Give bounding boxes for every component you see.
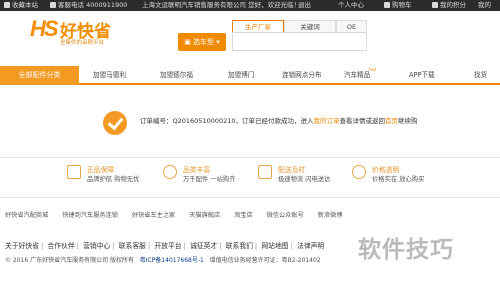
partner-link[interactable]: 天猫旗舰店 <box>189 212 220 219</box>
tab-manufacturer[interactable]: 生产厂家 <box>232 20 284 32</box>
partner-links: 好快省汽配商城 快捷到汽车服务连锁 好快省车主之家 天猫旗舰店 淘宝店 微信公众… <box>5 210 355 219</box>
nav-item-boutique[interactable]: 汽车精品 <box>344 66 370 85</box>
main-nav: 全部配件分类 加盟马德利 加盟德尔福 加盟博门 连锁网点分布 汽车精品 hot … <box>0 66 500 85</box>
search-input[interactable] <box>232 32 367 51</box>
nav-item-bomen[interactable]: 加盟博门 <box>228 66 254 85</box>
partner-link[interactable]: 微信公众账号 <box>267 212 304 219</box>
my-link[interactable]: 我的 <box>478 1 491 10</box>
price-tag-icon <box>352 165 366 179</box>
box-icon <box>163 165 177 179</box>
favorite-link[interactable]: 收藏本站 <box>4 1 38 10</box>
divider <box>0 197 500 198</box>
select-vehicle-button[interactable]: ▣ 选车型 ▾ <box>178 33 226 51</box>
logo-slogan: 全集件的采购平台 <box>60 40 105 46</box>
logout-link[interactable]: 退出 <box>298 1 311 10</box>
user-center-link[interactable]: 个人中心 <box>338 1 364 10</box>
partner-link[interactable]: 好快省汽配商城 <box>5 212 48 219</box>
nav-item-outlets[interactable]: 连锁网点分布 <box>282 66 322 85</box>
truck-icon <box>258 165 272 179</box>
all-categories-button[interactable]: 全部配件分类 <box>0 66 79 85</box>
partner-link[interactable]: 新浪微博 <box>318 212 343 219</box>
footer-link[interactable]: 法律声明 <box>297 242 324 250</box>
copyright: © 2016 广东好快省汽车服务有限公司 版权所有 粤ICP备14017668号… <box>5 257 321 264</box>
footer-link[interactable]: 联系客服 <box>119 242 146 250</box>
telecom-license: 增值电信业务经营许可证：粤B2-201402 <box>209 257 321 264</box>
home-link[interactable]: 首页 <box>385 117 398 125</box>
footer-link[interactable]: 联系我们 <box>226 242 253 250</box>
coin-icon <box>432 2 438 8</box>
hot-badge: hot <box>369 68 377 73</box>
cart-icon <box>384 2 390 8</box>
nav-item-maderli[interactable]: 加盟马德利 <box>93 66 126 85</box>
footer-links: 关于好快省 | 合作伙伴 | 营销中心 | 联系客服 | 开放平台 | 诚征英才 | 联系我… <box>5 242 325 250</box>
tab-keyword[interactable]: 关键词 <box>284 20 336 32</box>
footer-link[interactable]: 营销中心 <box>83 242 110 250</box>
star-icon <box>4 2 10 8</box>
shield-icon <box>67 165 81 179</box>
footer-link[interactable]: 合作伙伴 <box>47 242 74 250</box>
footer-link[interactable]: 关于好快省 <box>5 242 39 250</box>
order-success-message: 订单编号：Q20160510000210，订单已经付款成功，进入我的订单查看详情… <box>140 117 418 125</box>
footer-link[interactable]: 开放平台 <box>154 242 181 250</box>
welcome-text: 上海文运联明汽车销售服务有限公司 您好，欢迎光临！ <box>142 1 301 9</box>
nav-item-find[interactable]: 找货 <box>474 66 487 85</box>
my-points-link[interactable]: 我的积分 <box>432 1 466 10</box>
order-number: Q20160510000210 <box>172 117 236 125</box>
partner-link[interactable]: 好快省车主之家 <box>132 212 175 219</box>
tab-oe[interactable]: OE <box>336 20 367 32</box>
nav-item-delphi[interactable]: 加盟德尔福 <box>160 66 193 85</box>
footer-link[interactable]: 诚征英才 <box>190 242 217 250</box>
watermark: 软件技巧 <box>358 237 454 263</box>
footer-link[interactable]: 网站地图 <box>261 242 288 250</box>
success-check-icon <box>103 111 127 135</box>
logo-mark: HS <box>30 16 59 41</box>
icp-license[interactable]: 粤ICP备14017668号-1 <box>140 257 204 264</box>
partner-link[interactable]: 淘宝店 <box>234 212 253 219</box>
logo[interactable]: HS 好快省 全集件的采购平台 <box>30 14 140 48</box>
top-bar: 收藏本站 客服电话 4000911900 上海文运联明汽车销售服务有限公司 您好… <box>0 0 500 11</box>
car-icon: ▣ <box>184 38 194 46</box>
phone-icon <box>50 2 56 8</box>
cart-link[interactable]: 购物车 <box>384 1 412 10</box>
nav-item-app[interactable]: APP下载 <box>409 66 435 85</box>
partner-link[interactable]: 快捷到汽车服务连锁 <box>62 212 118 219</box>
divider <box>0 157 500 158</box>
hotline: 客服电话 4000911900 <box>50 1 127 10</box>
my-orders-link[interactable]: 我的订单 <box>314 117 340 125</box>
